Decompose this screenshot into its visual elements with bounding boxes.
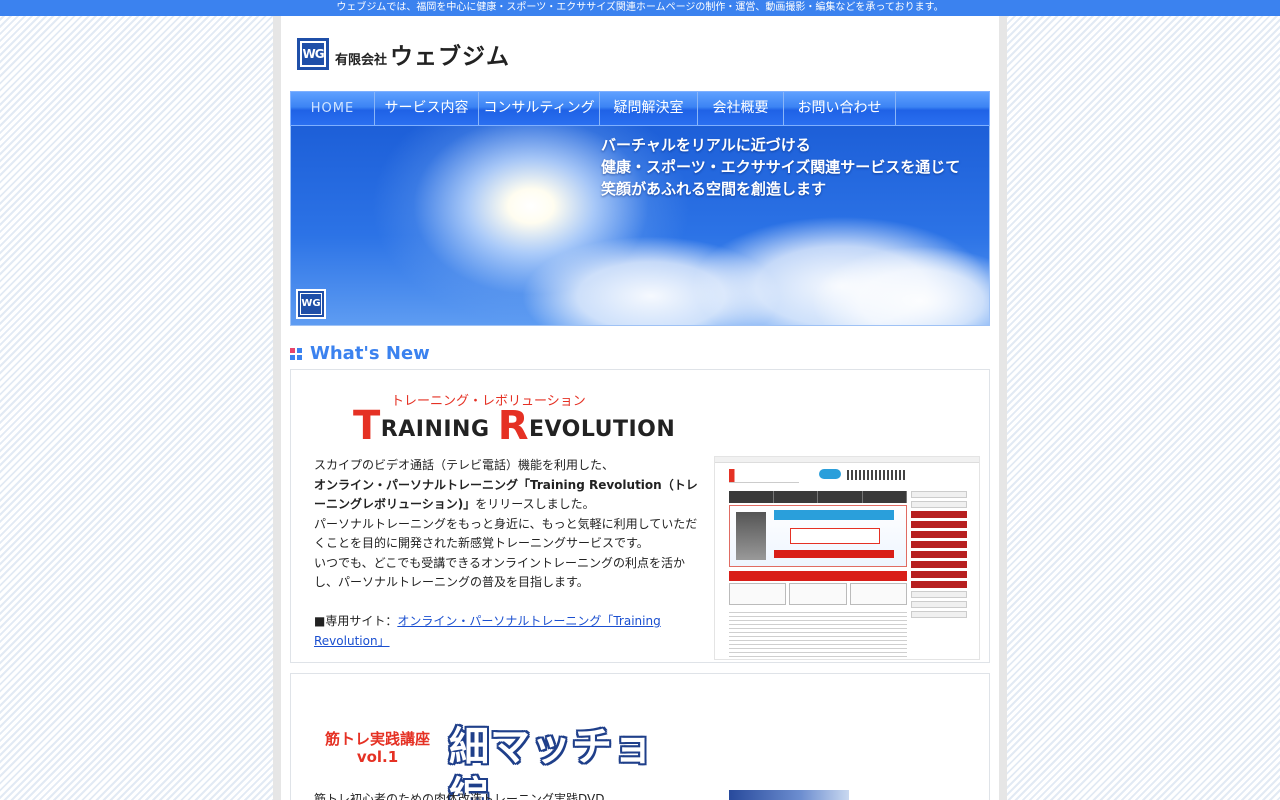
nav-home[interactable]: HOME bbox=[291, 92, 375, 125]
dvd-thumbnail[interactable] bbox=[729, 790, 849, 800]
hero-copy: バーチャルをリアルに近づける 健康・スポーツ・エクササイズ関連サービスを通じて … bbox=[601, 134, 960, 200]
global-nav: HOME サービス内容 コンサルティング 疑問解決室 会社概要 お問い合わせ bbox=[290, 91, 990, 126]
hero-banner: バーチャルをリアルに近づける 健康・スポーツ・エクササイズ関連サービスを通じて … bbox=[290, 126, 990, 326]
nav-company[interactable]: 会社概要 bbox=[698, 92, 784, 125]
logo-mark-icon: WG bbox=[297, 38, 329, 70]
desc-line: スカイプのビデオ通話（テレビ電話）機能を利用した、 bbox=[314, 458, 615, 472]
hero-logo-icon: WG bbox=[296, 289, 326, 319]
logo-wordmark: TRAINING REVOLUTION bbox=[353, 406, 676, 446]
logo-mark-text: WG bbox=[300, 41, 326, 67]
dvd-title-logo[interactable]: 筋トレ実践講座 vol.1 細マッチョ編 bbox=[325, 722, 685, 800]
site-link-line: ■専用サイト：オンライン・パーソナルトレーニング「Training Revolu… bbox=[314, 612, 706, 651]
hero-line: バーチャルをリアルに近づける bbox=[601, 136, 811, 154]
whats-new-title: What's New bbox=[310, 343, 430, 364]
news-entry-training-revolution: トレーニング・レボリューション TRAINING REVOLUTION スカイプ… bbox=[290, 369, 990, 663]
dvd-description: 筋トレ初心者のための肉体改造トレーニング実践DVD bbox=[314, 792, 605, 800]
logo-cap-r: R bbox=[497, 403, 529, 449]
desc-line: パーソナルトレーニングをもっと身近に、もっと気軽に利用していただくことを目的に開… bbox=[314, 516, 698, 551]
desc-line: いつでも、どこでも受講できるオンライントレーニングの利点を活かし、パーソナルトレ… bbox=[314, 555, 686, 590]
hero-line: 笑顔があふれる空間を創造します bbox=[601, 180, 827, 198]
logo-kana: トレーニング・レボリューション bbox=[391, 394, 586, 409]
page-container: WG 有限会社 ウェブジム HOME サービス内容 コンサルティング 疑問解決室… bbox=[273, 16, 1007, 800]
news-entry-dvd: 筋トレ実践講座 vol.1 細マッチョ編 筋トレ初心者のための肉体改造トレーニン… bbox=[290, 673, 990, 800]
grid-squares-icon bbox=[290, 347, 302, 360]
dvd-volume: vol.1 bbox=[356, 748, 399, 766]
logo-cap-t: T bbox=[353, 403, 381, 449]
whats-new-heading: What's New bbox=[290, 343, 430, 364]
entry-description: スカイプのビデオ通話（テレビ電話）機能を利用した、 オンライン・パーソナルトレー… bbox=[314, 456, 706, 651]
top-announcement-bar: ウェブジムでは、福岡を中心に健康・スポーツ・エクササイズ関連ホームページの制作・… bbox=[0, 0, 1280, 16]
desc-text: をリリースしました。 bbox=[475, 497, 595, 511]
site-prefix: ■専用サイト： bbox=[314, 614, 398, 628]
site-screenshot-thumbnail[interactable] bbox=[714, 456, 980, 660]
dvd-title-text: 細マッチョ編 bbox=[449, 722, 685, 800]
hero-logo-text: WG bbox=[300, 293, 322, 315]
desc-line: オンライン・パーソナルトレーニング「Training Revolution（トレ… bbox=[314, 476, 706, 515]
site-logo[interactable]: WG 有限会社 ウェブジム bbox=[297, 38, 510, 70]
dvd-series-name: 筋トレ実践講座 bbox=[325, 730, 431, 748]
announcement-text: ウェブジムでは、福岡を中心に健康・スポーツ・エクササイズ関連ホームページの制作・… bbox=[336, 2, 944, 13]
company-name-main: ウェブジム bbox=[390, 44, 511, 70]
nav-faq[interactable]: 疑問解決室 bbox=[600, 92, 698, 125]
company-name: 有限会社 ウェブジム bbox=[335, 37, 510, 71]
cloud-shape bbox=[811, 246, 989, 325]
hero-line: 健康・スポーツ・エクササイズ関連サービスを通じて bbox=[601, 158, 961, 176]
dvd-series-label: 筋トレ実践講座 vol.1 bbox=[325, 730, 430, 766]
nav-consulting[interactable]: コンサルティング bbox=[479, 92, 600, 125]
logo-raining: RAINING bbox=[380, 417, 498, 442]
nav-contact[interactable]: お問い合わせ bbox=[784, 92, 896, 125]
logo-evolution: EVOLUTION bbox=[529, 417, 676, 442]
nav-services[interactable]: サービス内容 bbox=[375, 92, 479, 125]
company-prefix: 有限会社 bbox=[335, 53, 388, 68]
